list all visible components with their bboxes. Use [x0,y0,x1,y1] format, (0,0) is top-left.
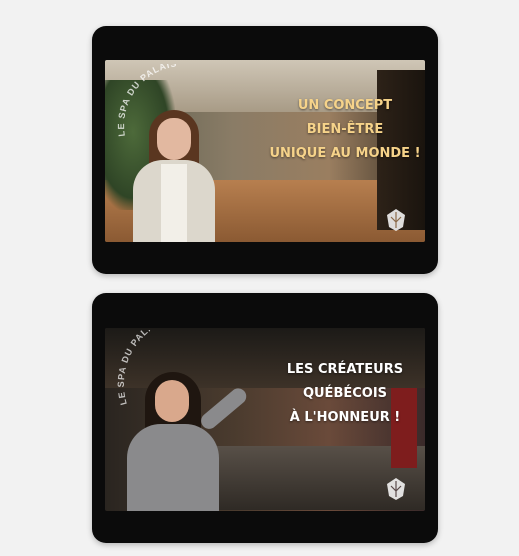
video-thumbnail-1[interactable]: LE SPA DU PALAIS UN CONCEPT BIEN-ÊTRE UN… [105,60,425,242]
leaf-logo-icon [387,209,405,231]
video-headline-1: UN CONCEPT BIEN-ÊTRE UNIQUE AU MONDE ! [255,94,425,166]
svg-text:LE SPA DU PALAIS: LE SPA DU PALAIS [116,64,178,137]
video-card-2[interactable]: LE SPA DU PALAIS LES CRÉATEURS QUÉBÉCOIS… [92,293,438,543]
headline-line: BIEN-ÊTRE [306,122,384,137]
video-card-1[interactable]: LE SPA DU PALAIS UN CONCEPT BIEN-ÊTRE UN… [92,26,438,274]
video-headline-2: LES CRÉATEURS QUÉBÉCOIS À L'HONNEUR ! [255,358,425,430]
headline-line: UNIQUE AU MONDE ! [269,146,421,161]
leaf-logo-icon [387,478,405,500]
video-thumbnail-2[interactable]: LE SPA DU PALAIS LES CRÉATEURS QUÉBÉCOIS… [105,328,425,511]
headline-line: QUÉBÉCOIS [302,386,388,401]
svg-text:LE SPA DU PALAIS: LE SPA DU PALAIS [116,330,165,406]
arc-text-2: LE SPA DU PALAIS [116,330,165,406]
headline-line: À L'HONNEUR ! [289,410,401,425]
headline-line: UN CONCEPT [297,98,393,113]
arc-text-1: LE SPA DU PALAIS [116,64,178,137]
headline-line: LES CRÉATEURS [286,362,404,377]
video-gallery: LE SPA DU PALAIS UN CONCEPT BIEN-ÊTRE UN… [0,0,519,556]
